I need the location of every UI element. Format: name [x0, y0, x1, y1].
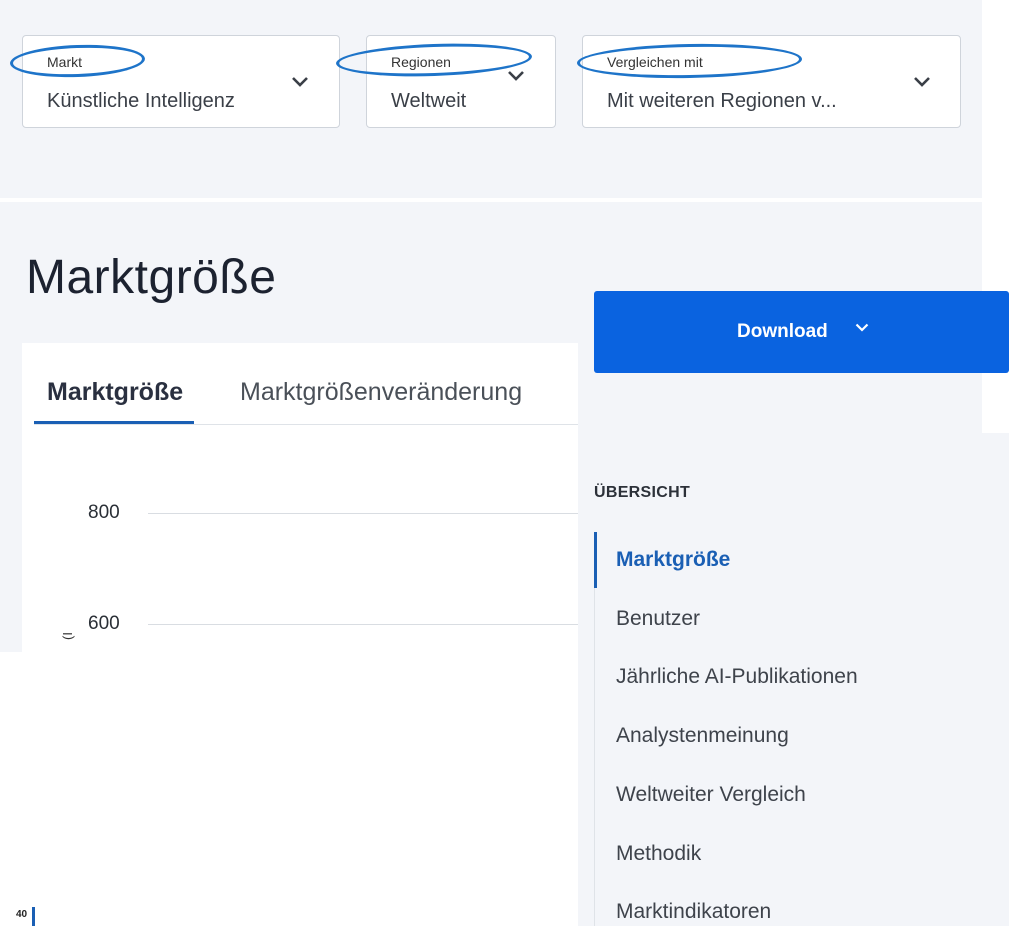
sidebar-item-jaehrliche-ai-publikationen[interactable]: Jährliche AI-Publikationen	[616, 665, 858, 689]
markt-value: Künstliche Intelligenz	[47, 90, 235, 112]
page-title: Marktgröße	[26, 251, 277, 304]
gridline	[148, 624, 578, 625]
sidebar-item-weltweiter-vergleich[interactable]: Weltweiter Vergleich	[616, 783, 806, 807]
tab-marktgroessenveraenderung[interactable]: Marktgrößenveränderung	[240, 378, 522, 407]
download-button[interactable]: Download	[594, 291, 1009, 373]
chevron-down-icon	[508, 71, 524, 81]
sidebar-item-methodik[interactable]: Methodik	[616, 842, 701, 866]
regionen-dropdown[interactable]: Regionen Weltweit	[366, 35, 556, 128]
sidebar-item-analystenmeinung[interactable]: Analystenmeinung	[616, 724, 789, 748]
tab-marktgroesse[interactable]: Marktgröße	[47, 378, 183, 407]
gridline	[148, 513, 578, 514]
active-nav-indicator	[594, 532, 597, 588]
sidebar-item-benutzer[interactable]: Benutzer	[616, 607, 700, 631]
y-tick-label: 800	[88, 502, 120, 523]
chevron-down-icon	[914, 77, 930, 87]
nav-rail	[594, 588, 595, 926]
chevron-down-icon	[855, 323, 869, 332]
vergleichen-mit-label: Vergleichen mit	[607, 54, 703, 70]
vergleichen-mit-value: Mit weiteren Regionen v...	[607, 90, 837, 112]
y-tick-label: 40	[16, 909, 28, 920]
markt-label: Markt	[47, 54, 82, 70]
regionen-label: Regionen	[391, 54, 451, 70]
vergleichen-mit-dropdown[interactable]: Vergleichen mit Mit weiteren Regionen v.…	[582, 35, 961, 128]
sidebar-item-marktindikatoren[interactable]: Marktindikatoren	[616, 900, 771, 924]
markt-dropdown[interactable]: Markt Künstliche Intelligenz	[22, 35, 340, 128]
download-label: Download	[737, 321, 828, 342]
sidebar-item-marktgroesse[interactable]: Marktgröße	[616, 548, 730, 572]
tab-separator	[34, 424, 578, 425]
chart-bar-fragment	[32, 907, 35, 926]
sidebar-title: ÜBERSICHT	[594, 484, 691, 501]
regionen-value: Weltweit	[391, 90, 467, 112]
y-axis-unit-label: (I	[60, 632, 75, 640]
chevron-down-icon	[292, 77, 308, 87]
y-tick-label: 600	[88, 613, 120, 634]
